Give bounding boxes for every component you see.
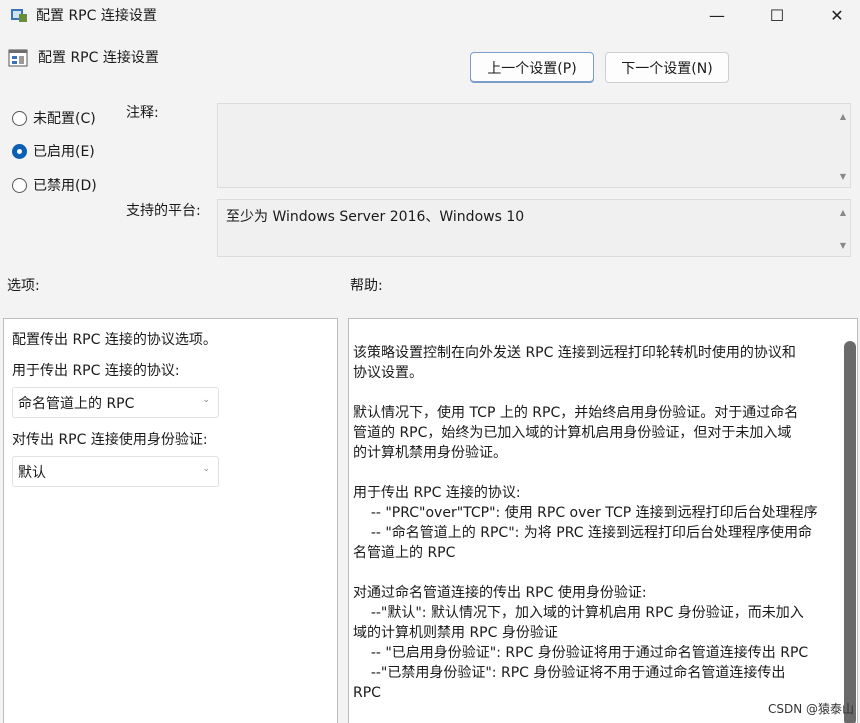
auth-select-value: 默认 <box>18 464 46 481</box>
window-title: 配置 RPC 连接设置 <box>36 8 157 24</box>
scroll-up-icon[interactable]: ▲ <box>840 208 846 217</box>
comment-input[interactable]: ▲ ▼ <box>217 103 851 188</box>
chevron-down-icon: ⌄ <box>202 464 210 474</box>
scroll-up-icon[interactable]: ▲ <box>840 112 846 121</box>
platform-label: 支持的平台: <box>126 203 201 219</box>
watermark: CSDN @猿泰山 <box>767 702 854 716</box>
close-button[interactable]: ✕ <box>814 0 860 30</box>
protocol-select-value: 命名管道上的 RPC <box>18 395 135 412</box>
radio-label: 未配置(C) <box>33 111 96 127</box>
platform-value: 至少为 Windows Server 2016、Windows 10 <box>226 209 525 225</box>
help-heading: 帮助: <box>350 278 383 294</box>
radio-selected-icon[interactable] <box>12 143 27 159</box>
chevron-down-icon: ⌄ <box>202 395 210 405</box>
radio-label: 已启用(E) <box>33 144 95 160</box>
help-scrollbar[interactable] <box>844 341 856 723</box>
protocol-label: 用于传出 RPC 连接的协议: <box>12 363 180 379</box>
minimize-button[interactable]: — <box>694 0 740 30</box>
protocol-select[interactable]: 命名管道上的 RPC ⌄ <box>12 387 219 418</box>
options-description: 配置传出 RPC 连接的协议选项。 <box>12 332 217 348</box>
scroll-down-icon[interactable]: ▼ <box>840 241 846 250</box>
options-heading: 选项: <box>7 278 40 294</box>
comment-label: 注释: <box>126 105 159 121</box>
radio-disabled[interactable]: 已禁用(D) <box>12 175 97 195</box>
scroll-down-icon[interactable]: ▼ <box>840 172 846 181</box>
radio-circle-icon[interactable] <box>12 177 27 193</box>
next-setting-button[interactable]: 下一个设置(N) <box>605 52 729 83</box>
policy-app-icon <box>11 9 27 22</box>
radio-enabled[interactable]: 已启用(E) <box>12 141 95 161</box>
previous-setting-button[interactable]: 上一个设置(P) <box>470 52 594 83</box>
radio-label: 已禁用(D) <box>33 178 97 194</box>
policy-setting-icon <box>8 49 28 67</box>
help-text: 该策略设置控制在向外发送 RPC 连接到远程打印轮转机时使用的协议和 协议设置。… <box>353 345 818 701</box>
auth-label: 对传出 RPC 连接使用身份验证: <box>12 432 208 448</box>
auth-select[interactable]: 默认 ⌄ <box>12 456 219 487</box>
maximize-button[interactable]: ☐ <box>754 0 800 30</box>
radio-circle-icon[interactable] <box>12 110 27 126</box>
options-panel: 配置传出 RPC 连接的协议选项。 用于传出 RPC 连接的协议: 命名管道上的… <box>3 318 338 723</box>
radio-not-configured[interactable]: 未配置(C) <box>12 108 96 128</box>
platform-field: 至少为 Windows Server 2016、Windows 10 ▲ ▼ <box>217 199 851 257</box>
title-bar: 配置 RPC 连接设置 — ☐ ✕ <box>0 0 860 30</box>
help-panel: 该策略设置控制在向外发送 RPC 连接到远程打印轮转机时使用的协议和 协议设置。… <box>348 318 858 723</box>
page-title: 配置 RPC 连接设置 <box>38 50 159 66</box>
